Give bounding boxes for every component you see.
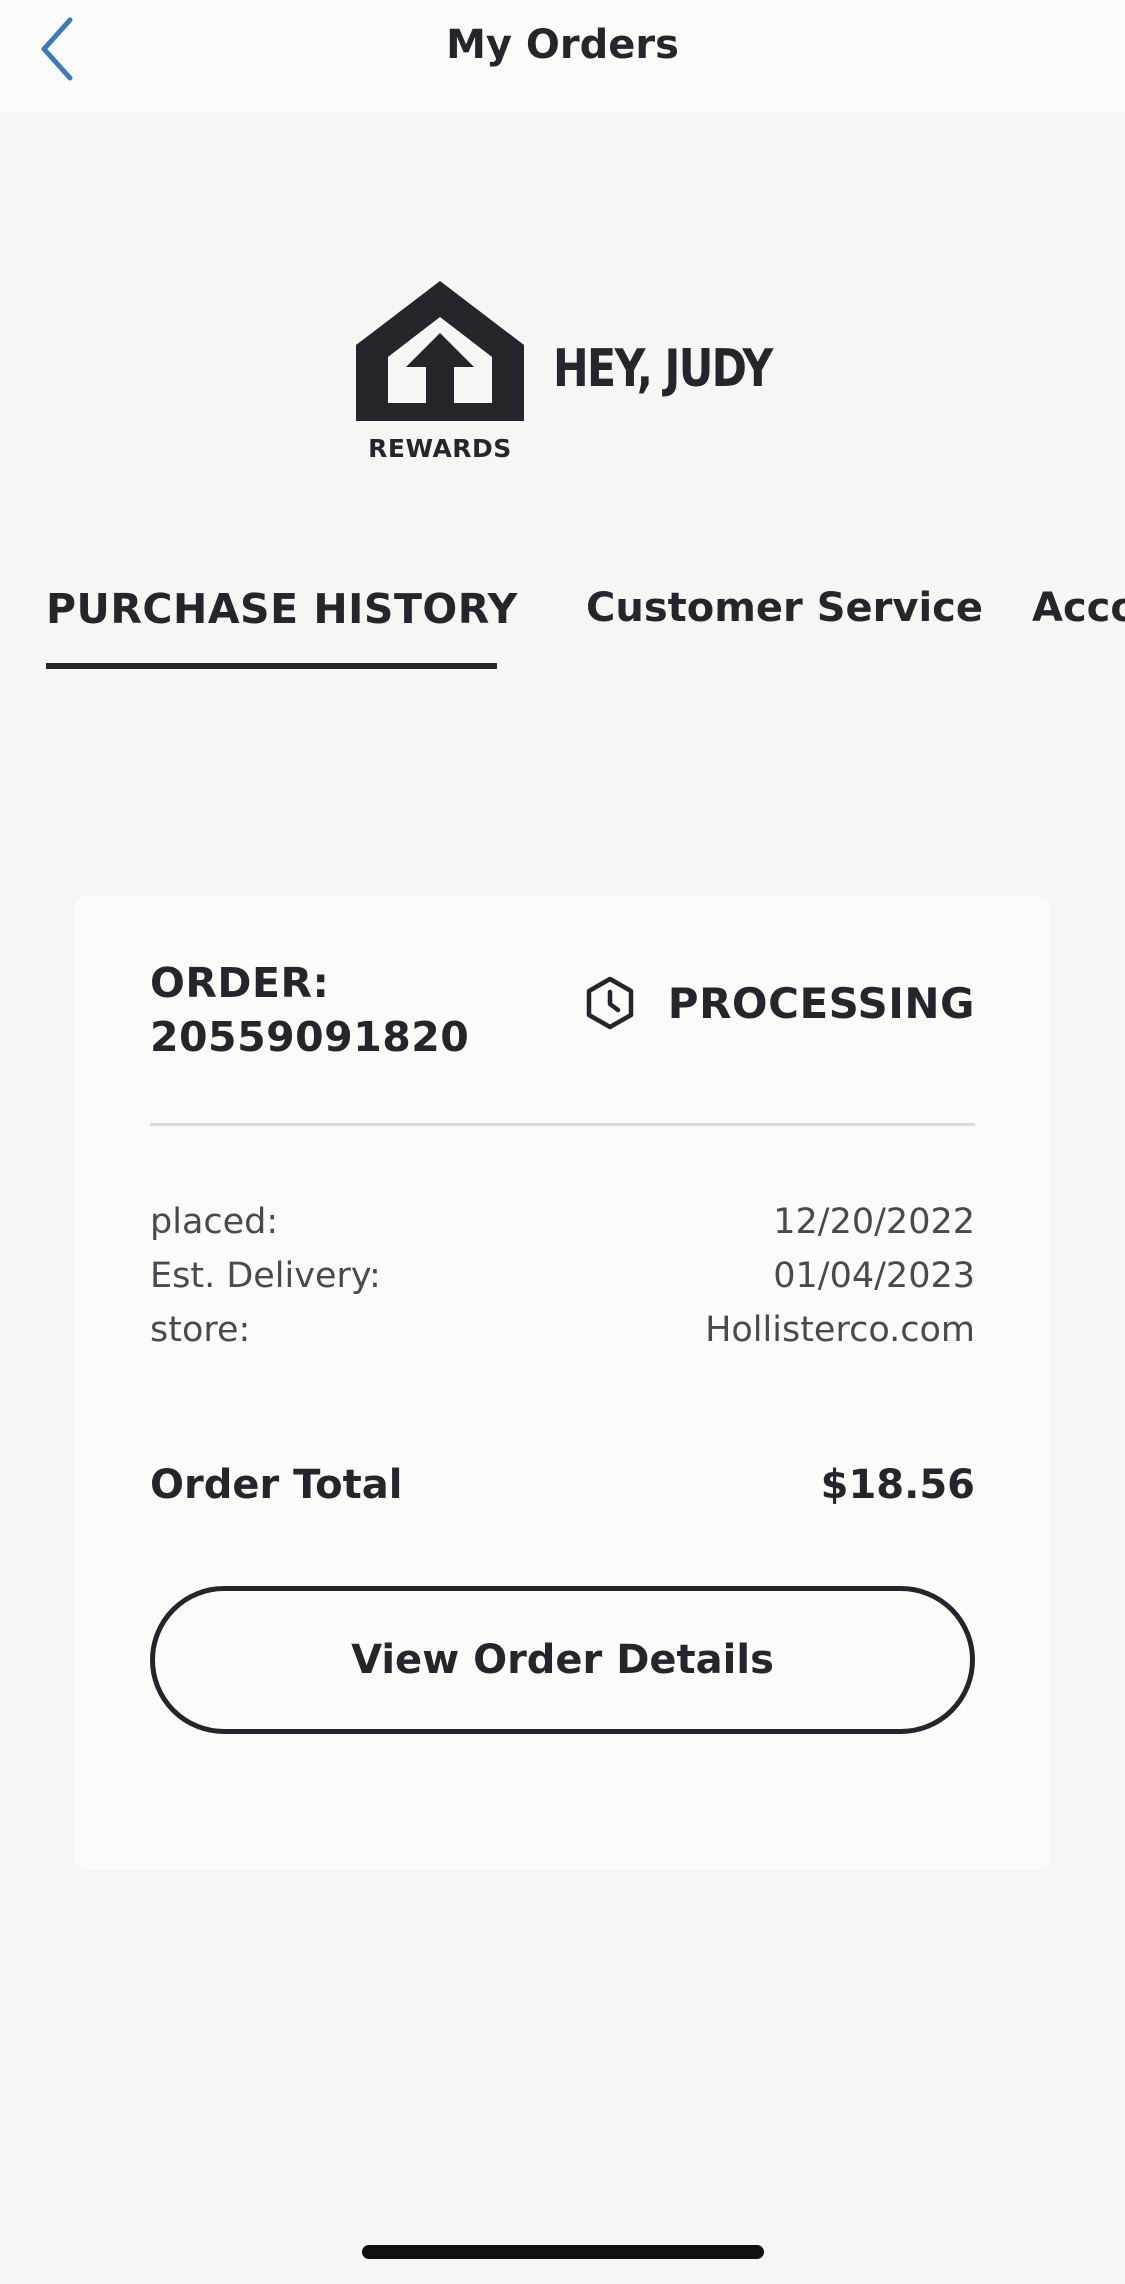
divider bbox=[150, 1123, 975, 1126]
order-card: ORDER: 20559091820 PROCESSING placed: 12… bbox=[74, 896, 1051, 1870]
order-label: ORDER: bbox=[150, 959, 330, 1007]
tab-purchase-history[interactable]: PURCHASE HISTORY bbox=[46, 585, 518, 633]
navigation-bar: My Orders bbox=[0, 0, 1125, 111]
tab-account[interactable]: Acco bbox=[1032, 585, 1125, 631]
account-tabs: PURCHASE HISTORY Customer Service Acco bbox=[0, 575, 1125, 675]
view-order-details-button[interactable]: View Order Details bbox=[150, 1586, 975, 1734]
detail-row-store: store: Hollisterco.com bbox=[150, 1310, 975, 1364]
order-status: PROCESSING bbox=[584, 976, 975, 1030]
detail-value: 01/04/2023 bbox=[773, 1256, 975, 1296]
detail-value: Hollisterco.com bbox=[705, 1310, 975, 1350]
order-number: ORDER: 20559091820 bbox=[150, 956, 469, 1064]
rewards-logo-text: REWARDS bbox=[368, 434, 512, 463]
home-indicator[interactable] bbox=[362, 2245, 764, 2259]
clock-hexagon-icon bbox=[586, 976, 634, 1030]
rewards-header: REWARDS HEY, JUDY bbox=[0, 275, 1125, 465]
greeting: HEY, JUDY bbox=[553, 339, 773, 399]
active-tab-indicator bbox=[46, 663, 497, 669]
detail-label: Est. Delivery: bbox=[150, 1256, 381, 1296]
page-title: My Orders bbox=[446, 22, 679, 68]
detail-value: 12/20/2022 bbox=[773, 1202, 975, 1242]
order-number-value: 20559091820 bbox=[150, 1013, 470, 1061]
order-total-value: $18.56 bbox=[820, 1462, 975, 1508]
detail-label: store: bbox=[150, 1310, 251, 1350]
detail-label: placed: bbox=[150, 1202, 279, 1242]
tab-customer-service[interactable]: Customer Service bbox=[586, 585, 983, 631]
detail-row-est-delivery: Est. Delivery: 01/04/2023 bbox=[150, 1256, 975, 1310]
status-text: PROCESSING bbox=[667, 978, 975, 1028]
order-total-label: Order Total bbox=[150, 1462, 403, 1508]
detail-row-placed: placed: 12/20/2022 bbox=[150, 1202, 975, 1256]
